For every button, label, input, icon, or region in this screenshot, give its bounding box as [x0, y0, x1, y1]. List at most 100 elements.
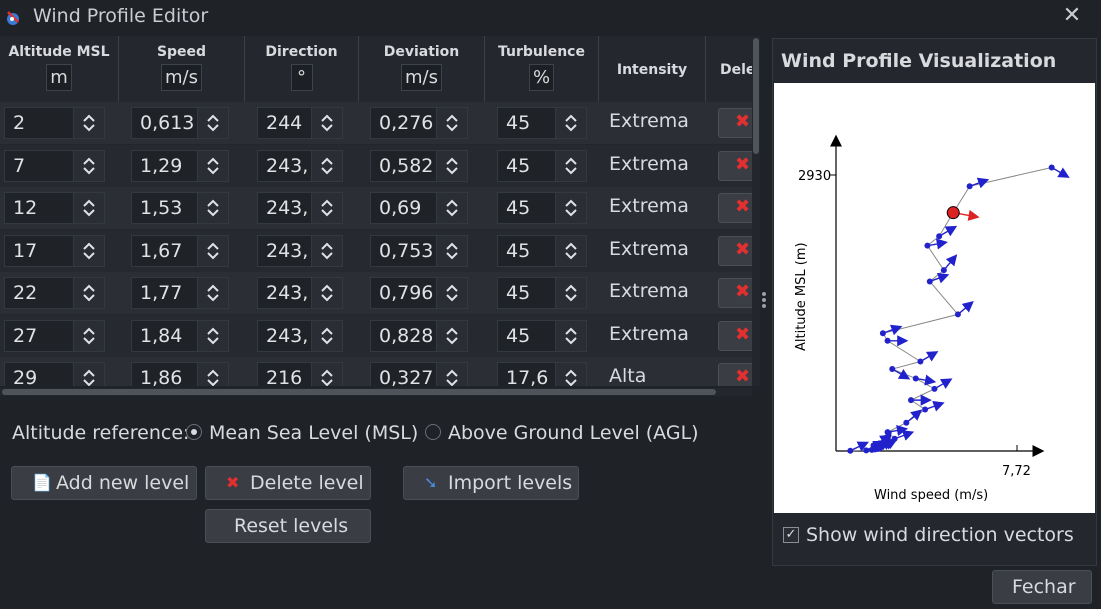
spinner-arrows-icon[interactable] — [73, 193, 104, 223]
column-turbulence[interactable]: Turbulence % — [485, 36, 599, 102]
speed-value[interactable]: 0,613 — [140, 112, 198, 134]
direction-value[interactable]: 243, — [266, 325, 312, 347]
intensity-value[interactable]: Extrema — [609, 323, 689, 345]
data-point[interactable] — [926, 278, 933, 285]
spinner-arrows-icon[interactable] — [436, 278, 467, 308]
table-row[interactable]: 22 1,77 243, 0,796 45 Extrema ✖ — [0, 272, 752, 314]
panel-splitter-handle[interactable] — [762, 290, 768, 310]
close-icon[interactable]: ✕ — [1060, 4, 1084, 28]
direction-spinner[interactable]: 243, — [257, 192, 343, 224]
data-point[interactable] — [912, 375, 919, 382]
deviation-spinner[interactable]: 0,69 — [370, 192, 468, 224]
direction-value[interactable]: 243, — [266, 282, 312, 304]
altitude-value[interactable]: 29 — [13, 367, 74, 386]
spinner-arrows-icon[interactable] — [197, 108, 228, 138]
show-vectors-label[interactable]: Show wind direction vectors — [806, 524, 1074, 546]
spinner-arrows-icon[interactable] — [555, 320, 586, 351]
data-point[interactable] — [940, 267, 947, 274]
data-point[interactable] — [908, 397, 915, 404]
altitude-spinner[interactable]: 12 — [4, 192, 105, 224]
speed-spinner[interactable]: 1,53 — [131, 192, 229, 224]
data-point[interactable] — [891, 435, 898, 442]
turbulence-spinner[interactable]: 45 — [497, 149, 587, 182]
intensity-value[interactable]: Extrema — [609, 195, 689, 217]
column-intensity[interactable]: Intensity — [599, 36, 706, 102]
column-speed[interactable]: Speed m/s — [119, 36, 245, 102]
turbulence-value[interactable]: 45 — [506, 282, 556, 304]
intensity-value[interactable]: Extrema — [609, 110, 689, 132]
altitude-value[interactable]: 12 — [13, 197, 74, 219]
speed-value[interactable]: 1,53 — [140, 197, 198, 219]
table-horizontal-scrollbar[interactable] — [0, 388, 752, 396]
spinner-arrows-icon[interactable] — [555, 278, 586, 308]
spinner-arrows-icon[interactable] — [436, 108, 467, 138]
speed-spinner[interactable]: 1,84 — [131, 319, 229, 352]
delete-level-button[interactable]: ✖ Delete level — [205, 466, 371, 500]
deviation-value[interactable]: 0,276 — [379, 112, 437, 134]
spinner-arrows-icon[interactable] — [436, 193, 467, 223]
spinner-arrows-icon[interactable] — [436, 363, 467, 386]
spinner-arrows-icon[interactable] — [555, 150, 586, 181]
altitude-value[interactable]: 17 — [13, 240, 74, 262]
direction-value[interactable]: 216 — [266, 367, 312, 386]
deviation-value[interactable]: 0,828 — [379, 325, 437, 347]
turbulence-value[interactable]: 45 — [506, 112, 556, 134]
data-point[interactable] — [917, 358, 924, 365]
agl-radio-label[interactable]: Above Ground Level (AGL) — [448, 422, 699, 444]
speed-value[interactable]: 1,77 — [140, 282, 198, 304]
deviation-spinner[interactable]: 0,796 — [370, 277, 468, 309]
speed-spinner[interactable]: 1,77 — [131, 277, 229, 309]
altitude-spinner[interactable]: 17 — [4, 234, 105, 267]
spinner-arrows-icon[interactable] — [73, 108, 104, 138]
data-point[interactable] — [884, 337, 891, 344]
table-row[interactable]: 12 1,53 243, 0,69 45 Extrema ✖ — [0, 187, 752, 229]
spinner-arrows-icon[interactable] — [436, 150, 467, 181]
altitude-spinner[interactable]: 7 — [4, 149, 105, 182]
spinner-arrows-icon[interactable] — [555, 363, 586, 386]
altitude-spinner[interactable]: 22 — [4, 277, 105, 309]
data-point[interactable] — [889, 366, 896, 373]
spinner-arrows-icon[interactable] — [311, 320, 342, 351]
turbulence-value[interactable]: 45 — [506, 240, 556, 262]
row-delete-button[interactable]: ✖ — [718, 363, 752, 386]
scrollbar-thumb[interactable] — [2, 389, 716, 395]
data-point[interactable] — [870, 442, 877, 449]
intensity-value[interactable]: Extrema — [609, 280, 689, 302]
turbulence-spinner[interactable]: 17,6 — [497, 362, 587, 386]
spinner-arrows-icon[interactable] — [311, 193, 342, 223]
spinner-arrows-icon[interactable] — [311, 363, 342, 386]
data-point[interactable] — [954, 311, 961, 318]
deviation-spinner[interactable]: 0,582 — [370, 149, 468, 182]
intensity-value[interactable]: Alta — [609, 365, 646, 386]
spinner-arrows-icon[interactable] — [197, 278, 228, 308]
data-point[interactable] — [879, 330, 886, 337]
selected-data-point[interactable] — [946, 206, 960, 220]
column-direction[interactable]: Direction ° — [245, 36, 359, 102]
spinner-arrows-icon[interactable] — [311, 278, 342, 308]
direction-spinner[interactable]: 243, — [257, 149, 343, 182]
data-point[interactable] — [966, 183, 973, 190]
spinner-arrows-icon[interactable] — [555, 235, 586, 266]
reset-levels-button[interactable]: Reset levels — [205, 509, 371, 543]
row-delete-button[interactable]: ✖ — [718, 108, 752, 138]
speed-value[interactable]: 1,86 — [140, 367, 198, 386]
intensity-value[interactable]: Extrema — [609, 153, 689, 175]
table-vertical-scrollbar[interactable] — [752, 36, 760, 386]
deviation-spinner[interactable]: 0,327 — [370, 362, 468, 386]
direction-value[interactable]: 244 — [266, 112, 312, 134]
direction-spinner[interactable]: 243, — [257, 234, 343, 267]
turbulence-value[interactable]: 17,6 — [506, 367, 556, 386]
table-row[interactable]: 27 1,84 243, 0,828 45 Extrema ✖ — [0, 314, 752, 357]
table-row[interactable]: 29 1,86 216 0,327 17,6 Alta ✖ — [0, 357, 752, 386]
add-level-button[interactable]: 📄 Add new level — [11, 466, 197, 500]
deviation-spinner[interactable]: 0,753 — [370, 234, 468, 267]
close-button[interactable]: Fechar — [992, 570, 1092, 604]
column-altitude[interactable]: Altitude MSL m — [0, 36, 119, 102]
data-point[interactable] — [847, 447, 854, 454]
speed-spinner[interactable]: 1,67 — [131, 234, 229, 267]
direction-spinner[interactable]: 216 — [257, 362, 343, 386]
spinner-arrows-icon[interactable] — [73, 235, 104, 266]
altitude-value[interactable]: 2 — [13, 112, 74, 134]
altitude-spinner[interactable]: 29 — [4, 362, 105, 386]
table-row[interactable]: 2 0,613 244 0,276 45 Extrema ✖ — [0, 102, 752, 144]
